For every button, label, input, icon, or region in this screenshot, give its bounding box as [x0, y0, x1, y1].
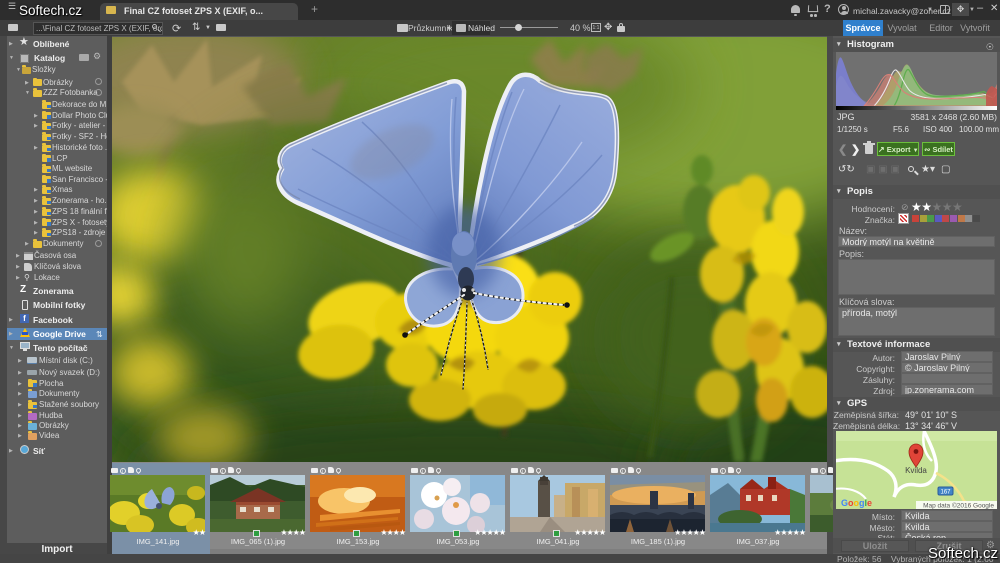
svg-text:Google: Google [841, 498, 872, 508]
svg-text:Kvilda: Kvilda [905, 466, 927, 475]
svg-text:167: 167 [940, 490, 951, 496]
svg-text:Map data ©2016 Google: Map data ©2016 Google [923, 502, 994, 510]
